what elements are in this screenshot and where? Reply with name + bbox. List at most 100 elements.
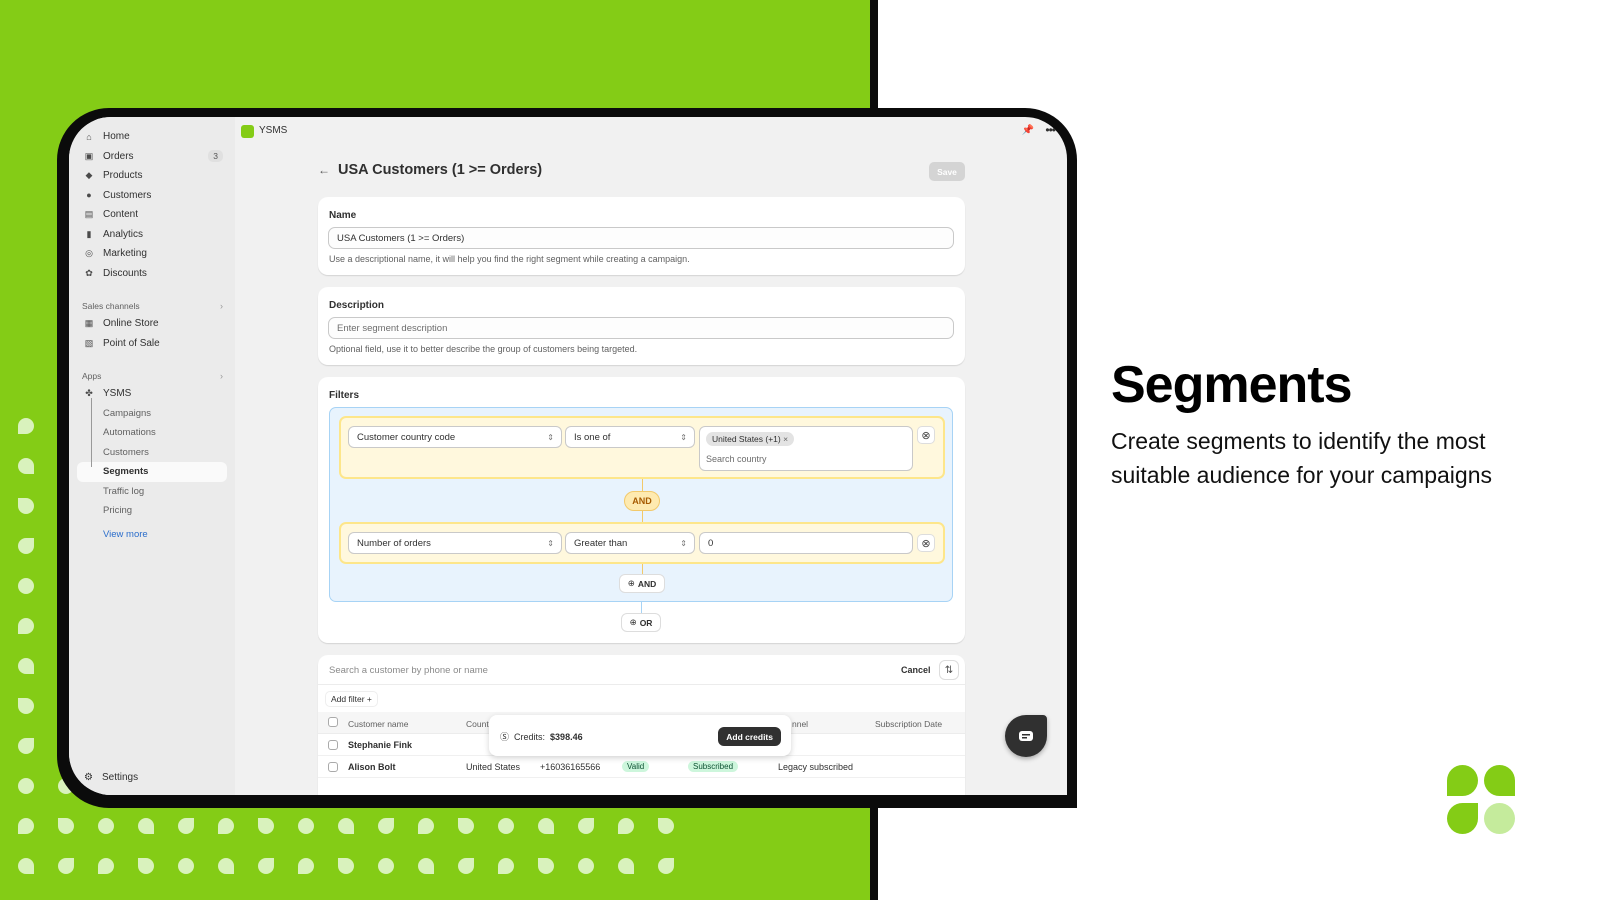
logo-blob <box>1447 765 1478 796</box>
pattern-dot <box>658 818 674 834</box>
name-input[interactable]: USA Customers (1 >= Orders) <box>328 227 954 249</box>
row-checkbox[interactable] <box>328 762 338 772</box>
sales-channels-heading[interactable]: Sales channels › <box>69 297 235 314</box>
pattern-dot <box>18 858 34 874</box>
pattern-dot <box>98 858 114 874</box>
col-channel[interactable]: nnel <box>792 719 808 729</box>
sidebar: ⌂ Home ▣ Orders 3 ◆ Products ● Customers ▤ Con… <box>69 117 235 795</box>
sidebar-item-discounts[interactable]: ✿ Discounts <box>69 264 235 284</box>
bar-chart-icon: ▮ <box>86 228 92 239</box>
remove-rule-button[interactable]: ⊗ <box>917 534 935 552</box>
credits-popover: Ⓢ Credits: $398.46 Add credits <box>489 715 791 756</box>
col-subscription-date[interactable]: Subscription Date <box>875 719 942 729</box>
table-row[interactable]: Alison Bolt United States +16036165566 V… <box>318 756 965 778</box>
save-button[interactable]: Save <box>929 162 965 181</box>
pin-icon[interactable]: 📌 <box>1022 125 1034 136</box>
sidebar-item-orders[interactable]: ▣ Orders 3 <box>69 147 235 167</box>
pattern-dot <box>18 778 34 794</box>
add-or-button[interactable]: ⊕ OR <box>621 613 661 632</box>
ysms-app-icon: ✤ <box>85 388 93 399</box>
remove-rule-button[interactable]: ⊗ <box>917 426 935 444</box>
filter-group: Customer country code ⇕ Is one of ⇕ United… <box>329 407 953 602</box>
col-customer-name[interactable]: Customer name <box>348 719 408 729</box>
description-input[interactable]: Enter segment description <box>328 317 954 339</box>
pattern-dot <box>58 858 74 874</box>
pattern-dot <box>578 818 594 834</box>
pattern-dot <box>658 858 674 874</box>
add-and-button[interactable]: ⊕ AND <box>619 574 665 593</box>
remove-tag-icon[interactable]: × <box>783 434 788 444</box>
logo-blob <box>1484 803 1515 834</box>
filter-rule: Number of orders ⇕ Greater than ⇕ 0 ⊗ <box>339 522 945 564</box>
sidebar-item-marketing[interactable]: ◎ Marketing <box>69 244 235 264</box>
sidebar-item-traffic-log[interactable]: Traffic log <box>69 482 235 502</box>
sidebar-item-analytics[interactable]: ▮ Analytics <box>69 225 235 245</box>
field-select[interactable]: Customer country code ⇕ <box>348 426 562 448</box>
pattern-dot <box>178 858 194 874</box>
search-country-input[interactable]: Search country <box>706 454 767 464</box>
cancel-button[interactable]: Cancel <box>901 665 931 675</box>
credits-label: Ⓢ Credits: $398.46 <box>500 731 583 743</box>
pattern-dot <box>298 818 314 834</box>
customer-name: Stephanie Fink <box>348 740 413 750</box>
operator-select[interactable]: Is one of ⇕ <box>565 426 695 448</box>
field-select[interactable]: Number of orders ⇕ <box>348 532 562 554</box>
customer-search-row: Search a customer by phone or name Cance… <box>318 655 965 685</box>
dollar-circle-icon: Ⓢ <box>500 732 510 742</box>
sidebar-item-ysms[interactable]: ✤ YSMS <box>69 384 235 404</box>
credits-amount: $398.46 <box>550 731 583 742</box>
pattern-dot <box>458 818 474 834</box>
sidebar-item-app-customers[interactable]: Customers <box>69 443 235 463</box>
filters-card: Filters Customer country code ⇕ Is one of… <box>318 377 965 643</box>
sort-icon[interactable]: ⇅ <box>939 660 959 680</box>
sidebar-item-online-store[interactable]: ▦ Online Store <box>69 314 235 334</box>
country-multiselect[interactable]: United States (+1) × Search country <box>699 426 913 471</box>
value-input[interactable]: 0 <box>699 532 913 554</box>
page-title: ← USA Customers (1 >= Orders) <box>318 162 543 178</box>
sidebar-item-content[interactable]: ▤ Content <box>69 205 235 225</box>
gear-icon: ⚙ <box>84 772 93 783</box>
customer-name: Alison Bolt <box>348 762 396 772</box>
pattern-dot <box>618 858 634 874</box>
sidebar-item-settings[interactable]: ⚙ Settings <box>84 772 138 783</box>
pattern-dot <box>18 498 34 514</box>
pattern-dot <box>298 858 314 874</box>
sidebar-item-segments[interactable]: Segments <box>77 462 227 482</box>
sidebar-item-home[interactable]: ⌂ Home <box>69 127 235 147</box>
pattern-dot <box>538 818 554 834</box>
pattern-dot <box>178 818 194 834</box>
add-credits-button[interactable]: Add credits <box>718 727 781 746</box>
pattern-dot <box>458 858 474 874</box>
operator-select[interactable]: Greater than ⇕ <box>565 532 695 554</box>
sidebar-item-products[interactable]: ◆ Products <box>69 166 235 186</box>
chat-button[interactable] <box>1005 715 1047 757</box>
selected-country-tag[interactable]: United States (+1) × <box>706 432 795 446</box>
select-all-checkbox[interactable] <box>328 717 338 727</box>
sidebar-item-point-of-sale[interactable]: ▧ Point of Sale <box>69 334 235 354</box>
select-arrows-icon: ⇕ <box>680 432 687 442</box>
sidebar-item-customers[interactable]: ● Customers <box>69 186 235 206</box>
sidebar-item-automations[interactable]: Automations <box>69 423 235 443</box>
select-arrows-icon: ⇕ <box>547 432 554 442</box>
apps-heading[interactable]: Apps › <box>69 367 235 384</box>
back-arrow-icon[interactable]: ← <box>318 163 330 177</box>
sidebar-item-pricing[interactable]: Pricing <box>69 501 235 521</box>
pattern-dot <box>578 858 594 874</box>
orders-badge: 3 <box>208 150 223 163</box>
col-country[interactable]: Count <box>466 719 489 729</box>
description-card: Description Enter segment description Op… <box>318 287 965 365</box>
pattern-dot <box>18 418 34 434</box>
pattern-dot <box>18 738 34 754</box>
tag-icon: ◆ <box>85 170 93 181</box>
view-more-link[interactable]: View more <box>69 527 235 543</box>
more-options-icon[interactable]: ••• <box>1045 123 1056 137</box>
customer-search-input[interactable]: Search a customer by phone or name <box>329 665 488 676</box>
filter-rule: Customer country code ⇕ Is one of ⇕ United… <box>339 416 945 479</box>
target-icon: ◎ <box>85 248 93 259</box>
pos-icon: ▧ <box>84 337 94 348</box>
customer-channel: Legacy subscribed <box>778 762 854 772</box>
sidebar-item-campaigns[interactable]: Campaigns <box>69 404 235 424</box>
plus-circle-icon: ⊕ <box>629 617 637 627</box>
row-checkbox[interactable] <box>328 740 338 750</box>
add-filter-button[interactable]: Add filter + <box>325 691 378 707</box>
